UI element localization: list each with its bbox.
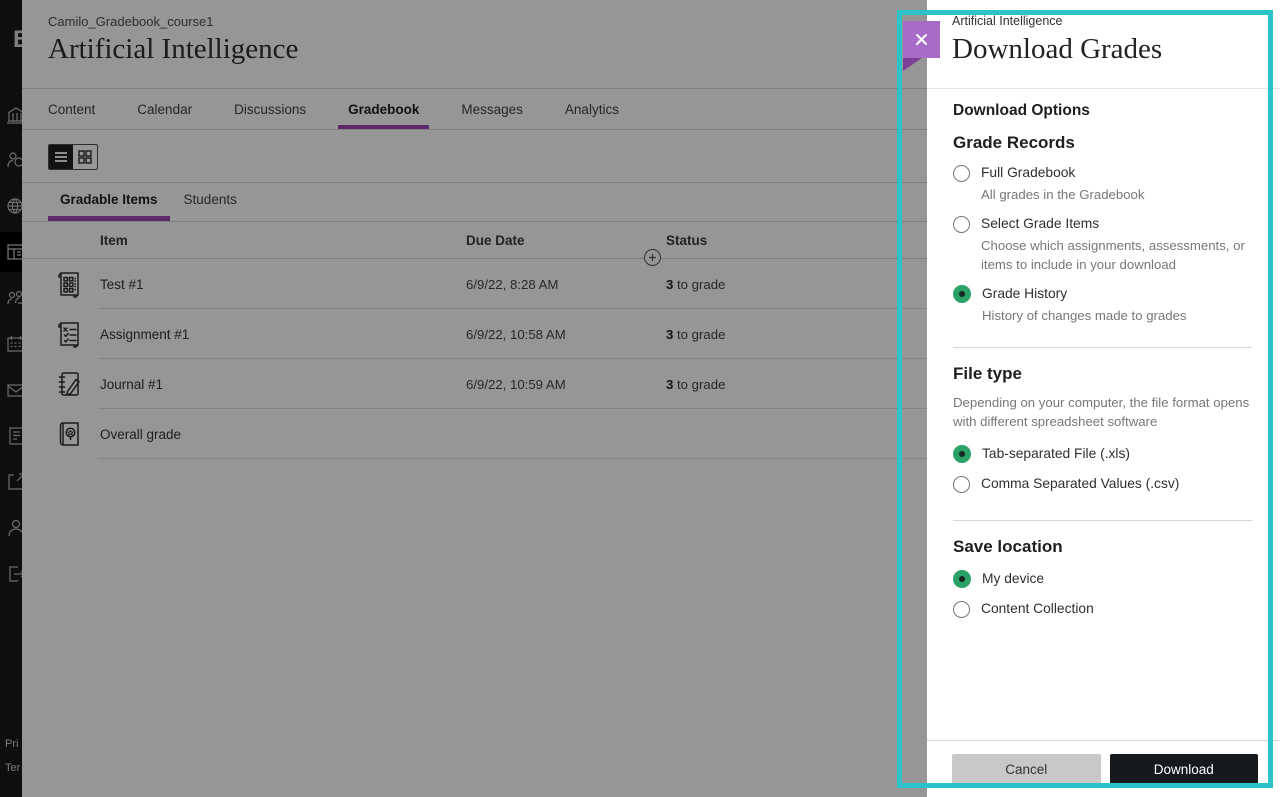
grade-records-heading: Grade Records xyxy=(953,133,1252,153)
file-type-heading: File type xyxy=(953,364,1252,384)
section-divider xyxy=(953,520,1252,521)
option-my-device[interactable]: My device xyxy=(953,569,1252,589)
close-panel-button[interactable] xyxy=(903,21,940,58)
option-label: Content Collection xyxy=(981,599,1094,619)
app-window: B xyxy=(0,0,1280,797)
radio-unselected-icon[interactable] xyxy=(953,165,970,182)
option-select-grade-items[interactable]: Select Grade Items Choose which assignme… xyxy=(953,214,1252,274)
option-label: Comma Separated Values (.csv) xyxy=(981,474,1179,494)
cancel-button[interactable]: Cancel xyxy=(952,754,1101,785)
panel-body: Download Options Grade Records Full Grad… xyxy=(927,89,1280,619)
close-icon xyxy=(914,32,929,47)
option-tab-separated[interactable]: Tab-separated File (.xls) xyxy=(953,444,1252,464)
download-button[interactable]: Download xyxy=(1110,754,1259,785)
panel-header: Artificial Intelligence Download Grades xyxy=(927,0,1280,89)
option-comma-separated[interactable]: Comma Separated Values (.csv) xyxy=(953,474,1252,494)
download-options-heading: Download Options xyxy=(953,102,1252,120)
modal-overlay[interactable] xyxy=(0,0,927,797)
panel-course-label: Artificial Intelligence xyxy=(952,14,1280,28)
radio-selected-icon[interactable] xyxy=(953,445,971,463)
option-content-collection[interactable]: Content Collection xyxy=(953,599,1252,619)
radio-unselected-icon[interactable] xyxy=(953,601,970,618)
option-label: My device xyxy=(982,569,1044,589)
option-label: Select Grade Items xyxy=(981,214,1252,234)
file-type-description: Depending on your computer, the file for… xyxy=(953,393,1252,431)
option-label: Full Gradebook xyxy=(981,163,1144,183)
radio-selected-icon[interactable] xyxy=(953,285,971,303)
radio-unselected-icon[interactable] xyxy=(953,476,970,493)
option-description: Choose which assignments, assessments, o… xyxy=(981,236,1252,274)
close-button-ribbon-tail xyxy=(903,58,922,71)
download-grades-panel: Artificial Intelligence Download Grades … xyxy=(927,0,1280,797)
option-full-gradebook[interactable]: Full Gradebook All grades in the Gradebo… xyxy=(953,163,1252,204)
radio-selected-icon[interactable] xyxy=(953,570,971,588)
option-description: History of changes made to grades xyxy=(982,306,1187,325)
section-divider xyxy=(953,347,1252,348)
option-description: All grades in the Gradebook xyxy=(981,185,1144,204)
option-grade-history[interactable]: Grade History History of changes made to… xyxy=(953,284,1252,325)
option-label: Grade History xyxy=(982,284,1187,304)
option-label: Tab-separated File (.xls) xyxy=(982,444,1130,464)
radio-unselected-icon[interactable] xyxy=(953,216,970,233)
panel-title: Download Grades xyxy=(952,33,1280,66)
panel-footer: Cancel Download xyxy=(927,740,1280,797)
save-location-heading: Save location xyxy=(953,537,1252,557)
